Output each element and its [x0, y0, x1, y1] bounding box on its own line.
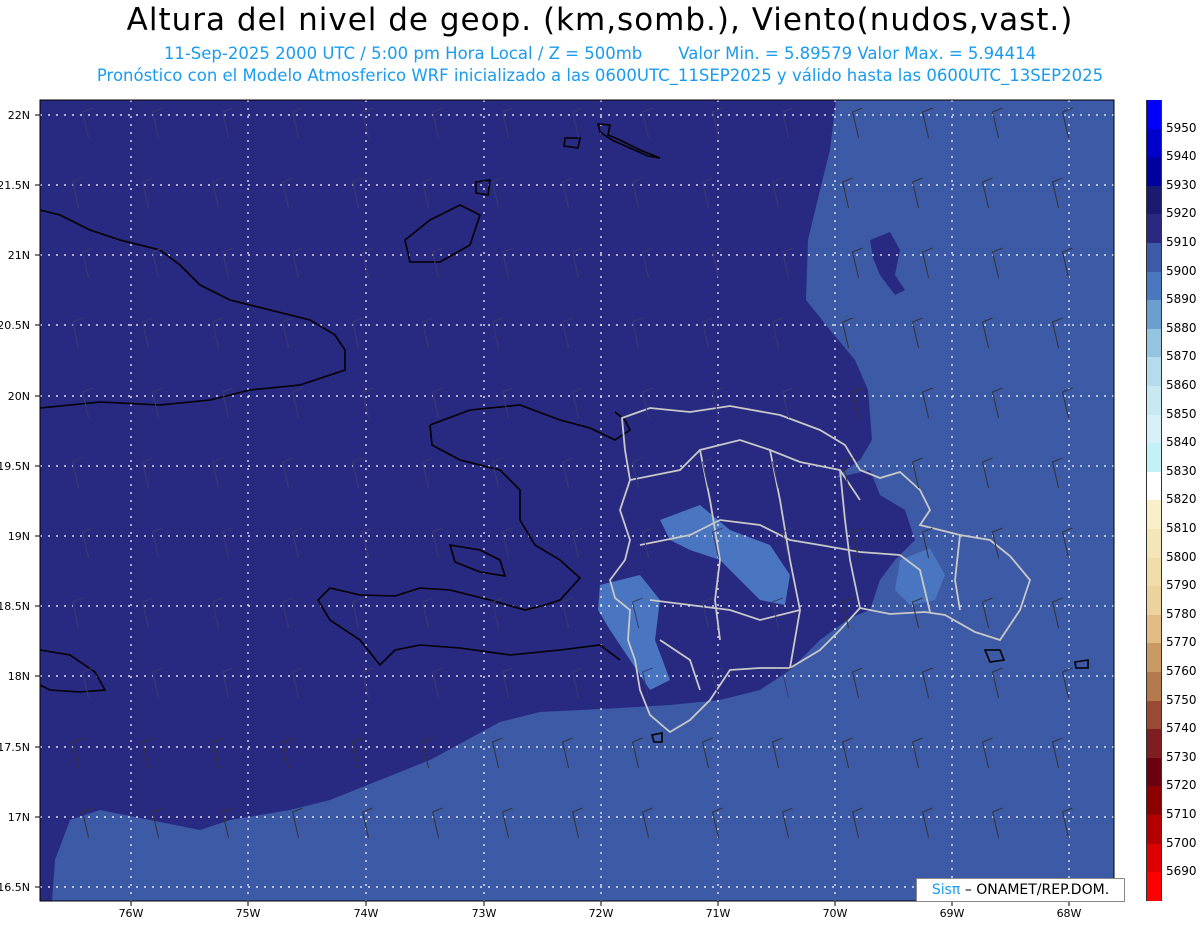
- lat-label: 21N: [8, 249, 30, 262]
- colorbar-swatch: [1146, 243, 1162, 272]
- colorbar-swatch: [1146, 757, 1162, 787]
- colorbar-label: 5710: [1166, 807, 1197, 821]
- colorbar-swatch: [1146, 729, 1162, 758]
- lon-axis: 76W 75W 74W 73W 72W 71W 70W 69W 68W: [119, 907, 1082, 920]
- colorbar-label: 5750: [1166, 692, 1197, 707]
- colorbar-label: 5740: [1166, 721, 1197, 736]
- colorbar-swatch: [1146, 357, 1162, 386]
- lat-label: 19N: [8, 530, 30, 543]
- credit-box: Sisπ – ONAMET/REP.DOM.: [916, 878, 1125, 902]
- colorbar-label: 5890: [1166, 292, 1197, 307]
- colorbar-label: 5840: [1166, 435, 1197, 450]
- lat-label: 20N: [8, 390, 30, 403]
- lat-label: 18.5N: [0, 600, 30, 613]
- colorbar-label: 5900: [1166, 263, 1197, 278]
- colorbar-label: 5880: [1166, 320, 1197, 335]
- colorbar-swatch: [1146, 529, 1162, 558]
- colorbar-swatch: [1146, 786, 1162, 815]
- colorbar-label: 5920: [1166, 206, 1197, 221]
- colorbar-label: 5700: [1166, 835, 1197, 850]
- colorbar-swatch: [1146, 471, 1162, 501]
- colorbar-swatch: [1146, 214, 1162, 243]
- colorbar-label: 5780: [1166, 606, 1197, 621]
- colorbar-swatch: [1146, 157, 1162, 186]
- colorbar-label: 5720: [1166, 778, 1197, 793]
- map-panel: [35, 99, 1115, 906]
- weather-map: 22N 21.5N 21N 20.5N 20N 19.5N 19N 18.5N …: [0, 99, 1115, 920]
- lon-label: 76W: [119, 907, 144, 920]
- colorbar-swatch: [1146, 815, 1162, 844]
- colorbar-swatch: [1146, 443, 1162, 472]
- colorbar-label: 5730: [1166, 749, 1197, 764]
- lon-label: 68W: [1057, 907, 1082, 920]
- colorbar-swatch: [1146, 700, 1162, 730]
- colorbar-swatch: [1146, 300, 1162, 329]
- lon-label: 70W: [823, 907, 848, 920]
- lat-label: 22N: [8, 109, 30, 122]
- colorbar-swatch: [1146, 386, 1162, 415]
- colorbar-label: 5910: [1166, 235, 1197, 249]
- lon-label: 69W: [940, 907, 965, 920]
- colorbar-swatch: [1146, 271, 1162, 301]
- lat-axis: 22N 21.5N 21N 20.5N 20N 19.5N 19N 18.5N …: [0, 109, 30, 894]
- colorbar-label: 5790: [1166, 578, 1197, 593]
- lat-label: 18N: [8, 670, 30, 683]
- lat-label: 17N: [8, 811, 30, 824]
- colorbar-swatch: [1146, 414, 1162, 444]
- colorbar-label: 5950: [1166, 120, 1197, 135]
- colorbar-label: 5810: [1166, 521, 1197, 535]
- colorbar-swatch: [1146, 843, 1162, 873]
- colorbar-swatch: [1146, 586, 1162, 615]
- lon-label: 72W: [589, 907, 614, 920]
- colorbar-label: 5940: [1166, 149, 1197, 164]
- colorbar-label: 5800: [1166, 549, 1197, 564]
- colorbar-swatch: [1146, 500, 1162, 529]
- colorbar-label: 5690: [1166, 864, 1197, 879]
- colorbar-swatch: [1146, 672, 1162, 701]
- lat-label: 17.5N: [0, 741, 30, 754]
- colorbar-swatch: [1146, 614, 1162, 644]
- colorbar-label: 5850: [1166, 406, 1197, 421]
- sis-logo-text: Sisπ: [931, 882, 961, 898]
- colorbar-swatch: [1146, 100, 1162, 129]
- colorbar-label: 5760: [1166, 664, 1197, 678]
- colorbar-swatch: [1146, 328, 1162, 358]
- lat-label: 19.5N: [0, 460, 30, 473]
- colorbar-label: 5770: [1166, 635, 1197, 650]
- lon-label: 74W: [354, 907, 379, 920]
- colorbar-swatch: [1146, 872, 1162, 901]
- credit-text: – ONAMET/REP.DOM.: [964, 882, 1110, 898]
- colorbar-label: 5830: [1166, 463, 1197, 478]
- lat-label: 21.5N: [0, 179, 30, 192]
- lon-label: 75W: [236, 907, 261, 920]
- lat-label: 20.5N: [0, 319, 30, 332]
- lon-label: 71W: [706, 907, 731, 920]
- colorbar-swatch: [1146, 185, 1162, 215]
- colorbar-swatch: [1146, 643, 1162, 672]
- colorbar-label: 5930: [1166, 177, 1197, 192]
- lat-label: 16.5N: [0, 881, 30, 894]
- colorbar-label: 5870: [1166, 349, 1197, 364]
- lon-label: 73W: [472, 907, 497, 920]
- colorbar-swatch: [1146, 128, 1162, 158]
- colorbar-swatch: [1146, 557, 1162, 587]
- colorbar-label: 5860: [1166, 378, 1197, 392]
- colorbar-label: 5820: [1166, 492, 1197, 507]
